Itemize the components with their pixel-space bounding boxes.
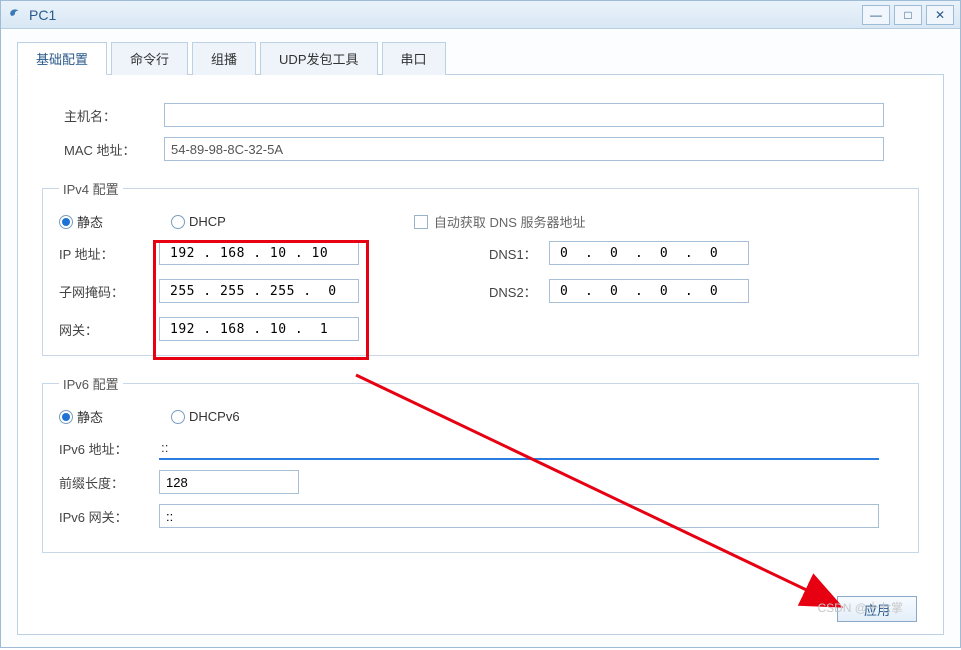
tabstrip: 基础配置 命令行 组播 UDP发包工具 串口 <box>17 41 944 75</box>
ipv6-dhcp-label: DHCPv6 <box>189 409 240 424</box>
ipv6-prefix-label: 前缀长度： <box>59 473 159 492</box>
mask-label: 子网掩码： <box>59 282 159 301</box>
hostname-input[interactable] <box>164 103 884 127</box>
close-button[interactable]: ✕ <box>926 5 954 25</box>
titlebar: PC1 — □ ✕ <box>1 1 960 29</box>
auto-dns-checkbox[interactable]: 自动获取 DNS 服务器地址 <box>414 212 586 231</box>
tab-serial[interactable]: 串口 <box>382 42 446 75</box>
ipv6-addr-label: IPv6 地址： <box>59 439 159 458</box>
tab-udp[interactable]: UDP发包工具 <box>260 42 377 75</box>
ipv4-group: IPv4 配置 静态 DHCP 自动获取 DNS 服务器地址 <box>42 179 919 356</box>
ipv6-legend: IPv6 配置 <box>59 374 123 393</box>
mask-input[interactable] <box>159 279 359 303</box>
app-window: PC1 — □ ✕ 基础配置 命令行 组播 UDP发包工具 串口 主机名： MA… <box>0 0 961 648</box>
hostname-label: 主机名： <box>64 106 164 125</box>
apply-button-label: 应用 <box>864 600 890 619</box>
auto-dns-label: 自动获取 DNS 服务器地址 <box>434 212 586 231</box>
ipv6-addr-input[interactable] <box>159 436 879 460</box>
mac-label: MAC 地址： <box>64 140 164 159</box>
dns2-input[interactable] <box>549 279 749 303</box>
content-area: 基础配置 命令行 组播 UDP发包工具 串口 主机名： MAC 地址： 54-8… <box>1 29 960 647</box>
ipv6-dhcp-radio[interactable]: DHCPv6 <box>171 409 240 424</box>
maximize-button[interactable]: □ <box>894 5 922 25</box>
ipv6-static-label: 静态 <box>77 407 103 426</box>
ip-label: IP 地址： <box>59 244 159 263</box>
ipv6-gw-label: IPv6 网关： <box>59 507 159 526</box>
apply-button[interactable]: 应用 <box>837 596 917 622</box>
tab-multicast[interactable]: 组播 <box>192 42 256 75</box>
ipv4-legend: IPv4 配置 <box>59 179 123 198</box>
minimize-button[interactable]: — <box>862 5 890 25</box>
ipv6-gw-input[interactable] <box>159 504 879 528</box>
ipv4-static-label: 静态 <box>77 212 103 231</box>
ipv4-static-radio[interactable]: 静态 <box>59 212 103 231</box>
ipv6-static-radio[interactable]: 静态 <box>59 407 103 426</box>
ipv6-group: IPv6 配置 静态 DHCPv6 IPv6 地址： 前缀长 <box>42 374 919 553</box>
dns1-input[interactable] <box>549 241 749 265</box>
ipv4-dhcp-radio[interactable]: DHCP <box>171 214 226 229</box>
app-icon <box>7 7 23 23</box>
gw-label: 网关： <box>59 320 159 339</box>
gw-input[interactable] <box>159 317 359 341</box>
config-panel: 主机名： MAC 地址： 54-89-98-8C-32-5A IPv4 配置 静… <box>17 75 944 635</box>
tab-cmd[interactable]: 命令行 <box>111 42 188 75</box>
tab-basic[interactable]: 基础配置 <box>17 42 107 75</box>
mac-value: 54-89-98-8C-32-5A <box>164 137 884 161</box>
ip-input[interactable] <box>159 241 359 265</box>
ipv4-dhcp-label: DHCP <box>189 214 226 229</box>
window-title: PC1 <box>29 7 56 23</box>
ipv6-prefix-input[interactable] <box>159 470 299 494</box>
